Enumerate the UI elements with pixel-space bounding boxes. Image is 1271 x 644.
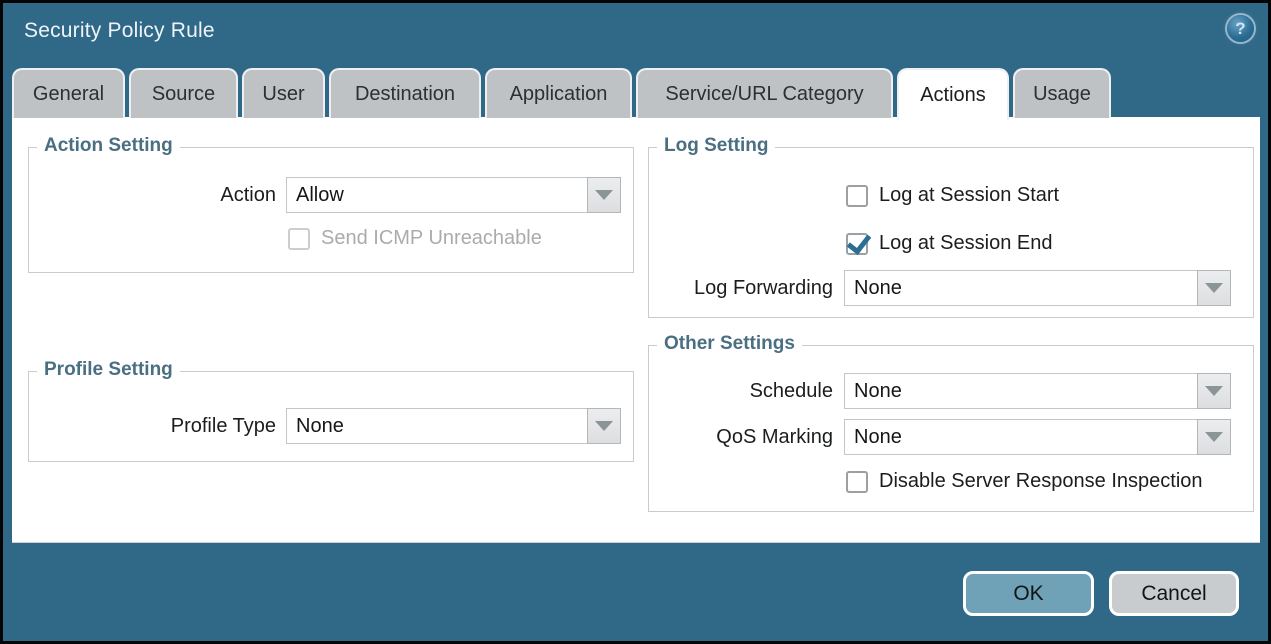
action-dropdown-value[interactable]: Allow xyxy=(286,177,587,213)
tab-actions[interactable]: Actions xyxy=(897,68,1009,120)
security-policy-rule-dialog: Security Policy Rule ? General Source Us… xyxy=(0,0,1271,644)
log-setting-legend: Log Setting xyxy=(657,135,775,157)
log-session-start-checkbox[interactable] xyxy=(846,185,868,207)
schedule-label: Schedule xyxy=(649,373,833,409)
profile-type-label: Profile Type xyxy=(29,408,276,444)
qos-marking-dropdown-value[interactable]: None xyxy=(844,419,1197,455)
tab-general[interactable]: General xyxy=(12,68,125,118)
tab-application[interactable]: Application xyxy=(485,68,632,118)
action-label: Action xyxy=(29,177,276,213)
log-session-start-label: Log at Session Start xyxy=(879,184,1059,207)
chevron-down-icon[interactable] xyxy=(1197,373,1231,409)
profile-setting-legend: Profile Setting xyxy=(37,359,180,381)
other-settings-group: Other Settings Schedule None QoS Marking… xyxy=(648,345,1254,512)
profile-type-dropdown[interactable]: None xyxy=(286,408,621,444)
log-session-end-checkbox-row: Log at Session End xyxy=(846,232,1052,255)
help-icon[interactable]: ? xyxy=(1227,15,1254,42)
log-session-end-checkbox[interactable] xyxy=(846,233,868,255)
schedule-dropdown[interactable]: None xyxy=(844,373,1231,409)
profile-setting-group: Profile Setting Profile Type None xyxy=(28,371,634,462)
log-session-start-checkbox-row: Log at Session Start xyxy=(846,184,1059,207)
chevron-down-icon[interactable] xyxy=(1197,270,1231,306)
action-dropdown[interactable]: Allow xyxy=(286,177,621,213)
tab-usage[interactable]: Usage xyxy=(1013,68,1111,118)
chevron-down-icon[interactable] xyxy=(1197,419,1231,455)
send-icmp-unreachable-label: Send ICMP Unreachable xyxy=(321,227,542,250)
profile-type-dropdown-value[interactable]: None xyxy=(286,408,587,444)
log-session-end-label: Log at Session End xyxy=(879,232,1052,255)
ok-button[interactable]: OK xyxy=(963,571,1094,616)
schedule-dropdown-value[interactable]: None xyxy=(844,373,1197,409)
cancel-button[interactable]: Cancel xyxy=(1109,571,1239,616)
tab-service-url-category[interactable]: Service/URL Category xyxy=(636,68,893,118)
log-forwarding-label: Log Forwarding xyxy=(649,270,833,306)
send-icmp-unreachable-checkbox[interactable] xyxy=(288,228,310,250)
dsri-label: Disable Server Response Inspection xyxy=(879,470,1203,493)
tab-bar: General Source User Destination Applicat… xyxy=(12,68,1111,118)
tab-source[interactable]: Source xyxy=(129,68,238,118)
action-setting-legend: Action Setting xyxy=(37,135,180,157)
qos-marking-label: QoS Marking xyxy=(649,419,833,455)
log-setting-group: Log Setting Log at Session Start Log at … xyxy=(648,147,1254,318)
dsri-checkbox[interactable] xyxy=(846,471,868,493)
qos-marking-dropdown[interactable]: None xyxy=(844,419,1231,455)
action-setting-group: Action Setting Action Allow Send ICMP Un… xyxy=(28,147,634,273)
chevron-down-icon[interactable] xyxy=(587,177,621,213)
send-icmp-unreachable-checkbox-row: Send ICMP Unreachable xyxy=(288,227,542,250)
log-forwarding-dropdown[interactable]: None xyxy=(844,270,1231,306)
other-settings-legend: Other Settings xyxy=(657,333,802,355)
dsri-checkbox-row: Disable Server Response Inspection xyxy=(846,470,1203,493)
tab-destination[interactable]: Destination xyxy=(329,68,481,118)
tab-content: Action Setting Action Allow Send ICMP Un… xyxy=(12,117,1260,543)
dialog-title: Security Policy Rule xyxy=(24,19,215,43)
chevron-down-icon[interactable] xyxy=(587,408,621,444)
log-forwarding-dropdown-value[interactable]: None xyxy=(844,270,1197,306)
tab-user[interactable]: User xyxy=(242,68,325,118)
